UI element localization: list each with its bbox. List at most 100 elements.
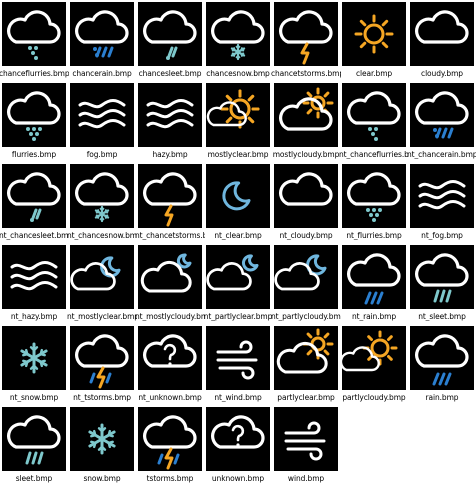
sleet-icon: [2, 407, 66, 471]
file-thumbnail[interactable]: nt_partlycloudy.bmp: [271, 245, 342, 326]
file-thumbnail[interactable]: nt_unknown.bmp: [138, 326, 206, 407]
file-thumbnail[interactable]: flurries.bmp: [2, 83, 70, 164]
file-thumbnail[interactable]: sleet.bmp: [2, 407, 70, 488]
nt-chance-flurries-icon: [342, 83, 406, 147]
file-name-label: nt_tstorms.bmp: [73, 393, 131, 402]
file-name-label: mostlyclear.bmp: [207, 150, 269, 159]
file-thumbnail[interactable]: clear.bmp: [342, 2, 410, 83]
nt-fog-icon: [410, 164, 474, 228]
file-name-label: nt_sleet.bmp: [418, 312, 466, 321]
file-name-label: chancetstorms.bmp: [271, 69, 341, 78]
file-thumbnail[interactable]: hazy.bmp: [138, 83, 206, 164]
file-name-label: mostlycloudy.bmp: [272, 150, 340, 159]
nt-partly-clear-icon: [206, 245, 270, 309]
file-thumbnail[interactable]: nt_chancesleet.bmp: [0, 164, 70, 245]
file-name-label: nt_fog.bmp: [421, 231, 463, 240]
flurries-icon: [2, 83, 66, 147]
file-thumbnail[interactable]: fog.bmp: [70, 83, 138, 164]
file-name-label: nt_snow.bmp: [9, 393, 59, 402]
file-thumbnail[interactable]: snow.bmp: [70, 407, 138, 488]
clear-icon: [342, 2, 406, 66]
chance-snow-icon: [206, 2, 270, 66]
file-name-label: cloudy.bmp: [421, 69, 463, 78]
nt-mostly-cloudy-icon: [138, 245, 202, 309]
nt-hazy-icon: [2, 245, 66, 309]
file-thumbnail[interactable]: nt_chanceflurries.bmp: [339, 83, 410, 164]
file-thumbnail[interactable]: rain.bmp: [410, 326, 476, 407]
nt-unknown-icon: [138, 326, 202, 390]
file-name-label: chancesleet.bmp: [138, 69, 202, 78]
file-name-label: nt_clear.bmp: [214, 231, 262, 240]
file-thumbnail[interactable]: nt_chancesnow.bmp: [67, 164, 138, 245]
file-name-label: chancesnow.bmp: [206, 69, 270, 78]
nt-sleet-icon: [410, 245, 474, 309]
partly-cloudy-icon: [342, 326, 406, 390]
file-name-label: nt_rain.bmp: [351, 312, 397, 321]
file-thumbnail[interactable]: chancerain.bmp: [70, 2, 138, 83]
file-thumbnail[interactable]: nt_hazy.bmp: [2, 245, 70, 326]
file-thumbnail[interactable]: nt_mostlyclear.bmp: [67, 245, 138, 326]
file-name-label: nt_chancesnow.bmp: [67, 231, 137, 240]
partly-clear-icon: [274, 326, 338, 390]
file-thumbnail[interactable]: partlyclear.bmp: [274, 326, 342, 407]
file-thumbnail[interactable]: tstorms.bmp: [138, 407, 206, 488]
chance-flurries-icon: [2, 2, 66, 66]
file-thumbnail-grid: chanceflurries.bmp chancerain.bmp chancesl…: [0, 0, 476, 486]
file-thumbnail[interactable]: chancesleet.bmp: [138, 2, 206, 83]
file-thumbnail[interactable]: nt_snow.bmp: [2, 326, 70, 407]
file-thumbnail[interactable]: nt_flurries.bmp: [342, 164, 410, 245]
file-name-label: hazy.bmp: [152, 150, 188, 159]
file-name-label: nt_partlyclear.bmp: [203, 312, 273, 321]
file-name-label: nt_wind.bmp: [214, 393, 262, 402]
hazy-icon: [138, 83, 202, 147]
file-name-label: nt_mostlyclear.bmp: [67, 312, 137, 321]
file-name-label: nt_flurries.bmp: [346, 231, 402, 240]
file-name-label: flurries.bmp: [11, 150, 57, 159]
rain-icon: [410, 326, 474, 390]
nt-wind-icon: [206, 326, 270, 390]
nt-chance-tstorms-icon: [138, 164, 202, 228]
file-name-label: nt_hazy.bmp: [10, 312, 58, 321]
file-thumbnail[interactable]: nt_rain.bmp: [342, 245, 410, 326]
file-thumbnail[interactable]: mostlyclear.bmp: [206, 83, 274, 164]
file-thumbnail[interactable]: wind.bmp: [274, 407, 342, 488]
file-thumbnail[interactable]: nt_sleet.bmp: [410, 245, 476, 326]
file-thumbnail[interactable]: nt_wind.bmp: [206, 326, 274, 407]
file-name-label: snow.bmp: [83, 474, 121, 483]
file-thumbnail[interactable]: chancetstorms.bmp: [271, 2, 342, 83]
snow-icon: [70, 407, 134, 471]
fog-icon: [70, 83, 134, 147]
file-thumbnail[interactable]: nt_chancerain.bmp: [407, 83, 476, 164]
file-thumbnail[interactable]: nt_clear.bmp: [206, 164, 274, 245]
file-thumbnail[interactable]: chancesnow.bmp: [206, 2, 274, 83]
file-name-label: nt_partlycloudy.bmp: [271, 312, 341, 321]
file-thumbnail[interactable]: partlycloudy.bmp: [342, 326, 410, 407]
file-thumbnail[interactable]: nt_cloudy.bmp: [274, 164, 342, 245]
nt-mostly-clear-icon: [70, 245, 134, 309]
file-name-label: chanceflurries.bmp: [0, 69, 69, 78]
nt-clear-icon: [206, 164, 270, 228]
file-thumbnail[interactable]: nt_tstorms.bmp: [70, 326, 138, 407]
mostly-cloudy-icon: [274, 83, 338, 147]
file-thumbnail[interactable]: unknown.bmp: [206, 407, 274, 488]
file-thumbnail[interactable]: nt_partlyclear.bmp: [203, 245, 274, 326]
file-name-label: unknown.bmp: [211, 474, 265, 483]
file-name-label: tstorms.bmp: [146, 474, 194, 483]
nt-snow-icon: [2, 326, 66, 390]
file-name-label: wind.bmp: [287, 474, 325, 483]
file-thumbnail[interactable]: nt_chancetstorms.bmp: [135, 164, 206, 245]
nt-cloudy-icon: [274, 164, 338, 228]
file-name-label: nt_unknown.bmp: [138, 393, 202, 402]
unknown-icon: [206, 407, 270, 471]
file-name-label: nt_mostlycloudy.bmp: [135, 312, 205, 321]
file-thumbnail[interactable]: nt_mostlycloudy.bmp: [135, 245, 206, 326]
tstorms-icon: [138, 407, 202, 471]
file-name-label: nt_cloudy.bmp: [279, 231, 333, 240]
file-name-label: sleet.bmp: [15, 474, 53, 483]
file-thumbnail[interactable]: chanceflurries.bmp: [0, 2, 70, 83]
file-thumbnail[interactable]: nt_fog.bmp: [410, 164, 476, 245]
wind-icon: [274, 407, 338, 471]
file-thumbnail[interactable]: cloudy.bmp: [410, 2, 476, 83]
file-name-label: partlycloudy.bmp: [342, 393, 406, 402]
file-thumbnail[interactable]: mostlycloudy.bmp: [272, 83, 342, 164]
